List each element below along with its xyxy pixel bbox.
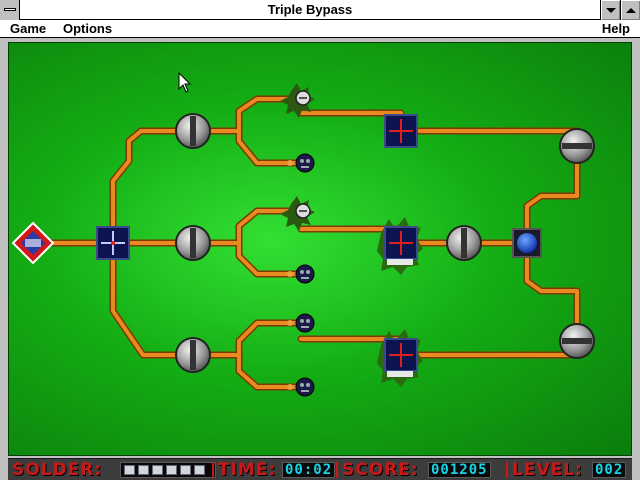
skull-bomb-icon[interactable] (287, 264, 315, 284)
circuit-svg (11, 83, 595, 397)
valve-icon[interactable] (175, 225, 211, 261)
time-value: 00:02 (282, 462, 336, 478)
blue-button-icon[interactable] (512, 228, 542, 258)
solder-meter (120, 462, 216, 478)
skull-bomb-icon[interactable] (287, 153, 315, 173)
time-label: TIME: (218, 460, 277, 480)
game-board[interactable] (8, 42, 632, 456)
menu-bar: Game Options Help (0, 20, 640, 38)
cursor-arrow-icon (178, 72, 192, 93)
maximize-button[interactable] (620, 0, 640, 20)
menu-game[interactable]: Game (8, 21, 48, 36)
divider (212, 462, 214, 478)
cross-junction-icon[interactable] (96, 226, 130, 260)
solder-cell (166, 465, 177, 475)
valve-icon[interactable] (559, 128, 595, 164)
score-value: 001205 (428, 462, 491, 478)
status-bar: SOLDER: TIME: 00:02 SCORE: 001205 LEVEL:… (8, 458, 632, 480)
divider (506, 462, 508, 478)
menu-options[interactable]: Options (61, 21, 114, 36)
source-diamond-icon[interactable] (11, 221, 55, 265)
title-bar[interactable]: Triple Bypass (0, 0, 640, 20)
solder-cell (180, 465, 191, 475)
game-window: Triple Bypass Game Options Help SOLDER: … (0, 0, 640, 480)
menu-help[interactable]: Help (600, 21, 632, 36)
window-title: Triple Bypass (267, 2, 353, 17)
skull-bomb-icon[interactable] (287, 313, 315, 333)
maximize-icon (625, 7, 636, 13)
level-label: LEVEL: (512, 460, 583, 480)
score-label: SCORE: (342, 460, 419, 480)
solder-label: SOLDER: (12, 460, 103, 480)
valve-icon[interactable] (175, 337, 211, 373)
solder-cell (138, 465, 149, 475)
divider (336, 462, 338, 478)
cross-junction-icon[interactable] (384, 114, 418, 148)
valve-icon[interactable] (559, 323, 595, 359)
level-value: 002 (592, 462, 627, 478)
system-menu-button[interactable] (0, 0, 20, 20)
valve-icon[interactable] (446, 225, 482, 261)
valve-icon[interactable] (175, 113, 211, 149)
minimize-button[interactable] (600, 0, 620, 20)
skull-bomb-icon[interactable] (287, 377, 315, 397)
solder-cell (194, 465, 205, 475)
solder-cell (124, 465, 135, 475)
solder-cell (152, 465, 163, 475)
system-menu-icon (4, 8, 16, 11)
minimize-icon (605, 7, 616, 13)
